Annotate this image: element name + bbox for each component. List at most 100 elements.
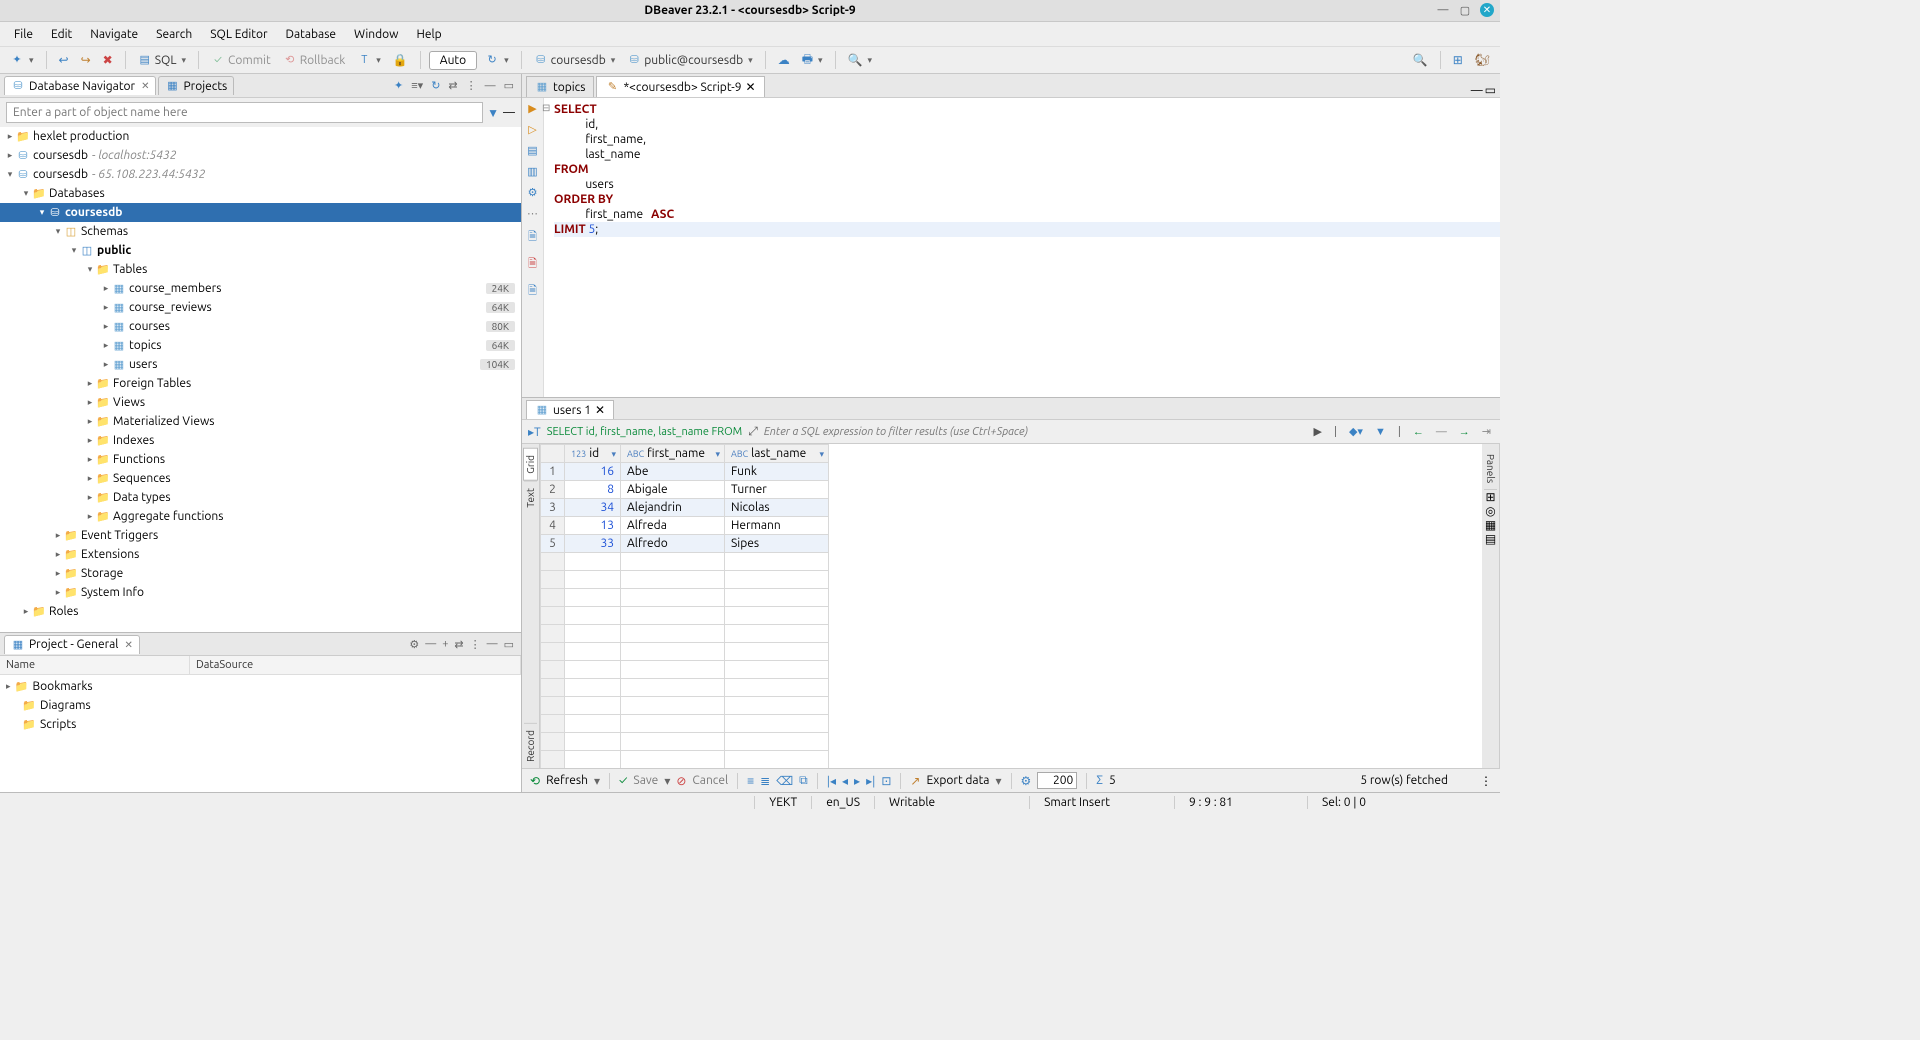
- nav-tool-3[interactable]: ↻: [428, 79, 443, 92]
- perspective-icon[interactable]: ⊞: [1449, 51, 1467, 69]
- more-icon[interactable]: ⋯: [527, 207, 538, 220]
- sql-editor[interactable]: ▶ ▷ ▤ ▥ ⚙ ⋯ 🗎 🗎 🗎 ⊟SELECT id, first_name…: [522, 98, 1500, 398]
- tree-node-sequences[interactable]: Sequences: [113, 472, 171, 485]
- row-count-icon[interactable]: Σ: [1096, 774, 1103, 787]
- project-scripts[interactable]: 📁Scripts: [0, 715, 521, 734]
- lock-icon[interactable]: 🔒: [389, 51, 412, 69]
- tree-node-coursesdb-selected[interactable]: ▾⛁coursesdb: [0, 203, 521, 222]
- panel-icon-1[interactable]: ⊞: [1485, 490, 1495, 504]
- gear-icon[interactable]: ⚙: [406, 638, 422, 651]
- expand-icon[interactable]: ⤢: [748, 425, 758, 439]
- editor-min-icon[interactable]: —: [1471, 84, 1483, 97]
- explain-icon[interactable]: ▤: [527, 144, 537, 157]
- menu-edit[interactable]: Edit: [43, 25, 80, 44]
- nav-collapse[interactable]: —: [482, 80, 499, 92]
- tx-button[interactable]: T: [353, 51, 385, 69]
- nav-next-icon[interactable]: →: [1456, 426, 1473, 438]
- tab-projects[interactable]: ▦Projects: [158, 76, 234, 95]
- close-icon[interactable]: ✕: [1480, 3, 1494, 17]
- close-icon[interactable]: ✕: [141, 80, 149, 92]
- nav-tool-5[interactable]: ⋮: [463, 79, 480, 92]
- tab-topics[interactable]: ▦topics: [526, 76, 594, 97]
- panel-icon-3[interactable]: ▦: [1485, 518, 1496, 532]
- col-first-name[interactable]: ABCfirst_name▾: [621, 445, 725, 463]
- results-more-icon[interactable]: ⋮: [1480, 774, 1492, 788]
- filter-clear-icon[interactable]: —: [503, 106, 515, 119]
- plan-icon[interactable]: ▥: [527, 165, 537, 178]
- proj-more-icon[interactable]: ⋮: [467, 638, 484, 651]
- row-del-icon[interactable]: ⌫: [776, 774, 793, 788]
- panel-icon-2[interactable]: ◎: [1485, 504, 1495, 518]
- tree-node-course-members[interactable]: course_members: [129, 282, 221, 295]
- tab-database-navigator[interactable]: ⛁Database Navigator✕: [4, 76, 156, 95]
- tree-node-matviews[interactable]: Materialized Views: [113, 415, 214, 428]
- prev-page-icon[interactable]: ◂: [842, 774, 848, 788]
- nav-fwd-icon[interactable]: ↪: [77, 51, 95, 69]
- table-row[interactable]: 533AlfredoSipes: [541, 535, 829, 553]
- sql-button[interactable]: ▤ SQL: [134, 51, 190, 69]
- save-icon[interactable]: ✓: [619, 774, 627, 787]
- panel-icon-4[interactable]: ▤: [1485, 532, 1496, 546]
- row-dup-icon[interactable]: ⧉: [799, 774, 808, 788]
- table-row[interactable]: 334AlejandrinNicolas: [541, 499, 829, 517]
- vtab-grid[interactable]: Grid: [523, 448, 538, 481]
- filter-icon[interactable]: ▼: [487, 106, 499, 120]
- tree-node-views[interactable]: Views: [113, 396, 145, 409]
- fetch-all-icon[interactable]: ⊡: [881, 774, 891, 788]
- refresh-button[interactable]: Refresh: [546, 774, 588, 787]
- project-col-datasource[interactable]: DataSource: [190, 656, 521, 674]
- table-row[interactable]: 413AlfredaHermann: [541, 517, 829, 535]
- nav-tool-1[interactable]: ✦: [391, 79, 406, 92]
- tree-node-hexlet[interactable]: hexlet production: [33, 130, 129, 143]
- proj-collapse-icon[interactable]: —: [484, 638, 501, 650]
- tree-node-indexes[interactable]: Indexes: [113, 434, 154, 447]
- filter-icon[interactable]: ▼: [1372, 426, 1389, 438]
- cancel-icon[interactable]: ⊘: [676, 774, 686, 788]
- proj-min-icon[interactable]: ▭: [501, 638, 517, 651]
- gear-icon[interactable]: ⚙: [528, 186, 538, 199]
- refresh-icon[interactable]: ⟲: [530, 774, 540, 788]
- menu-sql-editor[interactable]: SQL Editor: [202, 25, 275, 44]
- sql-text[interactable]: ⊟SELECT id, first_name, last_name FROM u…: [544, 98, 1500, 397]
- nav-prev-icon[interactable]: ←: [1410, 426, 1427, 438]
- page-size-input[interactable]: [1037, 772, 1077, 789]
- proj-minus-icon[interactable]: —: [422, 638, 439, 650]
- nav-tool-4[interactable]: ⇄: [445, 79, 460, 92]
- navigator-search-input[interactable]: [6, 102, 483, 123]
- col-last-name[interactable]: ABClast_name▾: [725, 445, 829, 463]
- row-add-icon[interactable]: ≣: [760, 774, 770, 788]
- proj-plus-icon[interactable]: +: [439, 638, 451, 650]
- schema-selector[interactable]: ⛁ public@coursesdb: [623, 51, 756, 69]
- tree-node-courses[interactable]: courses: [129, 320, 170, 333]
- nav-refresh-icon[interactable]: —: [1433, 426, 1450, 438]
- menu-window[interactable]: Window: [346, 25, 406, 44]
- dbeaver-icon[interactable]: 🐿: [1471, 51, 1494, 69]
- new-connection-button[interactable]: ✦: [6, 51, 38, 69]
- stop-icon[interactable]: ✖: [99, 51, 117, 69]
- menu-help[interactable]: Help: [409, 25, 450, 44]
- tree-node-databases[interactable]: Databases: [49, 187, 105, 200]
- nav-last-icon[interactable]: ⇥: [1479, 425, 1494, 438]
- doc3-icon[interactable]: 🗎: [528, 282, 537, 301]
- rollback-button[interactable]: ⟲ Rollback: [279, 51, 350, 69]
- tx-mode-button[interactable]: ↻: [481, 51, 513, 69]
- table-row[interactable]: 28AbigaleTurner: [541, 481, 829, 499]
- tree-node-foreign-tables[interactable]: Foreign Tables: [113, 377, 191, 390]
- tree-node-coursesdb-local[interactable]: coursesdb: [33, 149, 88, 162]
- col-id[interactable]: 123id▾: [565, 445, 621, 463]
- tree-node-topics[interactable]: topics: [129, 339, 161, 352]
- first-page-icon[interactable]: |◂: [827, 774, 836, 788]
- sql-preview-icon[interactable]: ▸T: [528, 425, 541, 439]
- project-bookmarks[interactable]: ▸📁Bookmarks: [0, 677, 521, 696]
- tree-node-storage[interactable]: Storage: [81, 567, 123, 580]
- vtab-record[interactable]: Record: [524, 723, 537, 768]
- tree-node-roles[interactable]: Roles: [49, 605, 78, 618]
- navigator-tree[interactable]: ▸📁hexlet production ▸⛁coursesdb- localho…: [0, 127, 521, 632]
- tree-node-aggfn[interactable]: Aggregate functions: [113, 510, 223, 523]
- commit-button[interactable]: ✓ Commit: [207, 51, 275, 69]
- search-button[interactable]: 🔍: [844, 51, 876, 69]
- run-script-icon[interactable]: ▷: [528, 123, 536, 136]
- table-row[interactable]: 116AbeFunk: [541, 463, 829, 481]
- nav-min-icon[interactable]: ▭: [501, 79, 517, 92]
- export-data-button[interactable]: Export data: [926, 774, 989, 787]
